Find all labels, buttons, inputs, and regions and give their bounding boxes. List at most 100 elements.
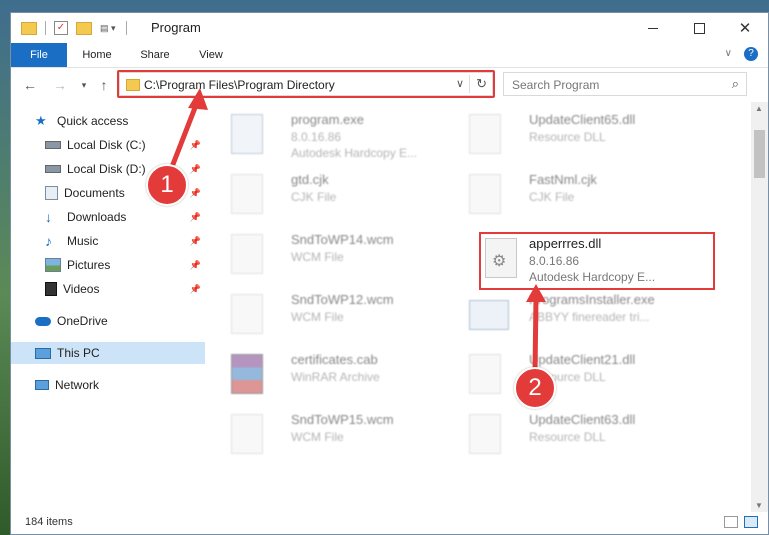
file-item[interactable]: UpdateClient21.dll Resource DLL — [447, 346, 677, 402]
dll-gear-file-icon — [469, 114, 501, 154]
monitor-icon — [35, 347, 51, 359]
minimize-icon — [648, 27, 658, 29]
item-count: 184 items — [25, 516, 73, 528]
search-box[interactable]: Search Program ⌕ — [503, 72, 747, 96]
sidebar-item-label: Downloads — [67, 210, 127, 224]
back-arrow-icon[interactable]: ← — [21, 76, 39, 94]
properties-check-icon[interactable]: ✓ — [54, 21, 68, 35]
window-title: Program — [151, 20, 201, 35]
gear-icon: ⚙ — [492, 253, 507, 270]
dll-gear-file-icon — [469, 414, 501, 454]
large-icons-view-icon[interactable] — [744, 516, 758, 528]
videos-icon — [45, 282, 57, 296]
file-detail: CJK File — [291, 190, 337, 204]
pin-icon[interactable]: 📌 — [190, 140, 201, 151]
search-input[interactable]: Search Program — [512, 78, 599, 92]
star-icon: ★ — [35, 113, 47, 128]
music-note-icon: ♪ — [45, 233, 52, 249]
search-icon[interactable]: ⌕ — [732, 76, 739, 92]
sidebar-item-quick-access[interactable]: ★ Quick access — [11, 110, 205, 132]
file-detail: ABBYY finereader tri... — [529, 310, 650, 324]
pin-icon[interactable]: 📌 — [190, 212, 201, 223]
pictures-icon — [45, 258, 61, 272]
customize-toolbar-icon[interactable]: ▤ ▾ — [100, 23, 116, 34]
sidebar-item-downloads[interactable]: ↓ Downloads 📌 — [11, 206, 205, 228]
tab-home[interactable]: Home — [73, 43, 121, 67]
file-name: ProgramsInstaller.exe — [529, 292, 655, 307]
download-arrow-icon: ↓ — [45, 209, 52, 225]
file-item[interactable]: SndToWP12.wcm WCM File — [209, 286, 439, 342]
ribbon-expand-icon[interactable]: ∨ — [725, 48, 732, 59]
forward-arrow-icon[interactable]: → — [51, 76, 69, 94]
file-detail: 8.0.16.86 — [529, 254, 580, 268]
sidebar-item-network[interactable]: Network — [11, 374, 205, 396]
explorer-window: ✓ ▤ ▾ Program ✕ File Home Share View ∨ ?… — [10, 12, 769, 535]
sidebar-item-label: Videos — [63, 282, 100, 296]
blank-file-icon — [231, 174, 263, 214]
file-name: SndToWP14.wcm — [291, 232, 394, 247]
close-icon: ✕ — [738, 20, 752, 37]
sidebar-item-local-disk-c[interactable]: Local Disk (C:) 📌 — [11, 134, 205, 156]
sidebar-item-pictures[interactable]: Pictures 📌 — [11, 254, 205, 276]
file-item[interactable]: ProgramsInstaller.exe ABBYY finereader t… — [447, 286, 677, 342]
sidebar-item-onedrive[interactable]: OneDrive — [11, 310, 205, 332]
pin-icon[interactable]: 📌 — [190, 236, 201, 247]
file-name: SndToWP15.wcm — [291, 412, 394, 427]
new-folder-icon[interactable] — [76, 21, 92, 35]
up-arrow-icon[interactable]: ↑ — [95, 76, 113, 94]
tab-share[interactable]: Share — [131, 43, 179, 67]
file-item[interactable]: FastNml.cjk CJK File — [447, 166, 677, 222]
file-item[interactable]: UpdateClient63.dll Resource DLL — [447, 406, 677, 462]
blank-file-icon — [231, 414, 263, 454]
drive-icon — [45, 141, 61, 149]
scroll-up-icon[interactable]: ▲ — [755, 104, 763, 113]
quick-access-toolbar: ✓ ▤ ▾ — [21, 19, 127, 37]
file-name: UpdateClient63.dll — [529, 412, 636, 427]
documents-icon — [45, 186, 58, 200]
maximize-icon — [693, 22, 705, 34]
navigation-pane: ★ Quick access Local Disk (C:) 📌 Local D… — [11, 102, 207, 512]
vertical-scrollbar[interactable]: ▲ ▼ — [751, 102, 768, 512]
blank-file-icon — [231, 294, 263, 334]
file-item[interactable]: gtd.cjk CJK File — [209, 166, 439, 222]
file-detail: WCM File — [291, 430, 344, 444]
exe-file-icon — [231, 114, 263, 154]
dll-gear-file-icon: ⚙ — [485, 238, 517, 278]
sidebar-item-label: Local Disk (D:) — [67, 162, 146, 176]
divider — [45, 21, 46, 35]
folder-icon[interactable] — [21, 21, 37, 35]
sidebar-item-label: Local Disk (C:) — [67, 138, 146, 152]
pin-icon[interactable]: 📌 — [190, 164, 201, 175]
file-item[interactable]: certificates.cab WinRAR Archive — [209, 346, 439, 402]
close-button[interactable]: ✕ — [722, 13, 768, 43]
scrollbar-thumb[interactable] — [754, 130, 765, 178]
sidebar-item-music[interactable]: ♪ Music 📌 — [11, 230, 205, 252]
blank-file-icon — [469, 174, 501, 214]
details-view-icon[interactable] — [724, 516, 738, 528]
file-item[interactable]: SndToWP14.wcm WCM File — [209, 226, 439, 282]
maximize-button[interactable] — [676, 13, 722, 43]
file-detail: WinRAR Archive — [291, 370, 380, 384]
pin-icon[interactable]: 📌 — [190, 284, 201, 295]
sidebar-item-label: This PC — [57, 346, 100, 360]
file-item[interactable]: program.exe 8.0.16.86 Autodesk Hardcopy … — [209, 106, 439, 162]
tab-view[interactable]: View — [187, 43, 235, 67]
sidebar-item-videos[interactable]: Videos 📌 — [11, 278, 205, 300]
pin-icon[interactable]: 📌 — [190, 260, 201, 271]
recent-locations-icon[interactable]: ▾ — [75, 76, 93, 94]
file-name: apperrres.dll — [529, 236, 602, 251]
file-detail: Autodesk Hardcopy E... — [529, 270, 656, 284]
sidebar-item-label: Music — [67, 234, 99, 248]
sidebar-item-this-pc[interactable]: This PC — [11, 342, 205, 364]
file-item[interactable]: UpdateClient65.dll Resource DLL — [447, 106, 677, 162]
file-item[interactable]: SndToWP15.wcm WCM File — [209, 406, 439, 462]
scroll-down-icon[interactable]: ▼ — [755, 501, 763, 510]
tab-file[interactable]: File — [11, 43, 67, 67]
help-icon[interactable]: ? — [744, 47, 758, 61]
file-detail: WCM File — [291, 310, 344, 324]
minimize-button[interactable] — [630, 13, 676, 43]
file-detail: Resource DLL — [529, 130, 606, 144]
file-detail: CJK File — [529, 190, 575, 204]
pin-icon[interactable]: 📌 — [190, 188, 201, 199]
file-item-apperrres-dll[interactable]: ⚙ apperrres.dll 8.0.16.86 Autodesk Hardc… — [479, 232, 709, 288]
